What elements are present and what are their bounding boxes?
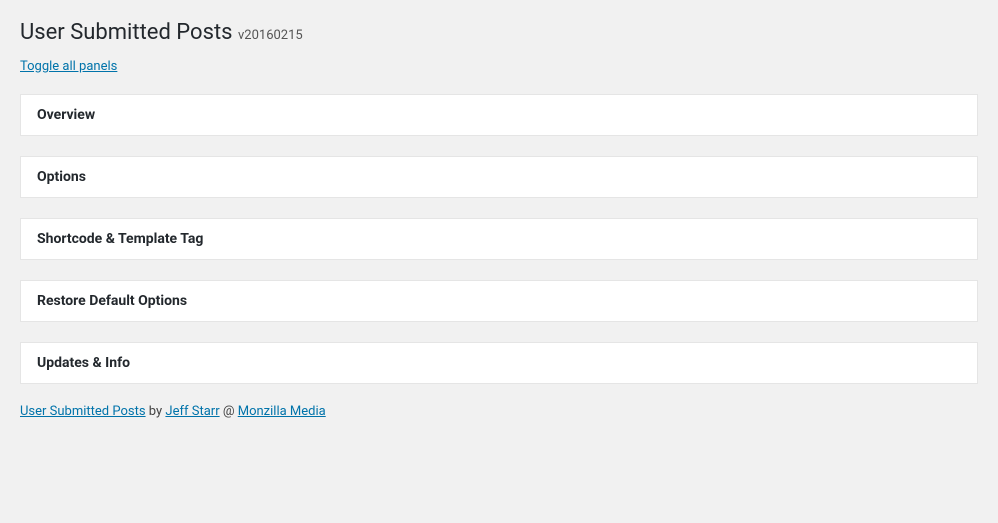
toggle-all-panels-link[interactable]: Toggle all panels xyxy=(20,59,117,74)
panel-updates-info[interactable]: Updates & Info xyxy=(20,342,978,384)
panel-title: Overview xyxy=(37,107,961,123)
panel-restore-default-options[interactable]: Restore Default Options xyxy=(20,280,978,322)
company-link[interactable]: Monzilla Media xyxy=(238,404,326,419)
plugin-homepage-link[interactable]: User Submitted Posts xyxy=(20,404,146,419)
footer-credits: User Submitted Posts by Jeff Starr @ Mon… xyxy=(20,404,978,419)
panel-shortcode-template-tag[interactable]: Shortcode & Template Tag xyxy=(20,218,978,260)
page-title: User Submitted Posts v20160215 xyxy=(20,20,978,45)
plugin-name: User Submitted Posts xyxy=(20,20,233,45)
panel-title: Restore Default Options xyxy=(37,293,961,309)
author-link[interactable]: Jeff Starr xyxy=(165,404,219,419)
panel-title: Options xyxy=(37,169,961,185)
panel-options[interactable]: Options xyxy=(20,156,978,198)
panel-title: Shortcode & Template Tag xyxy=(37,231,961,247)
plugin-version: v20160215 xyxy=(238,28,303,43)
panel-title: Updates & Info xyxy=(37,355,961,371)
footer-by-text: by xyxy=(146,404,166,419)
panel-overview[interactable]: Overview xyxy=(20,94,978,136)
footer-at-text: @ xyxy=(220,404,238,419)
